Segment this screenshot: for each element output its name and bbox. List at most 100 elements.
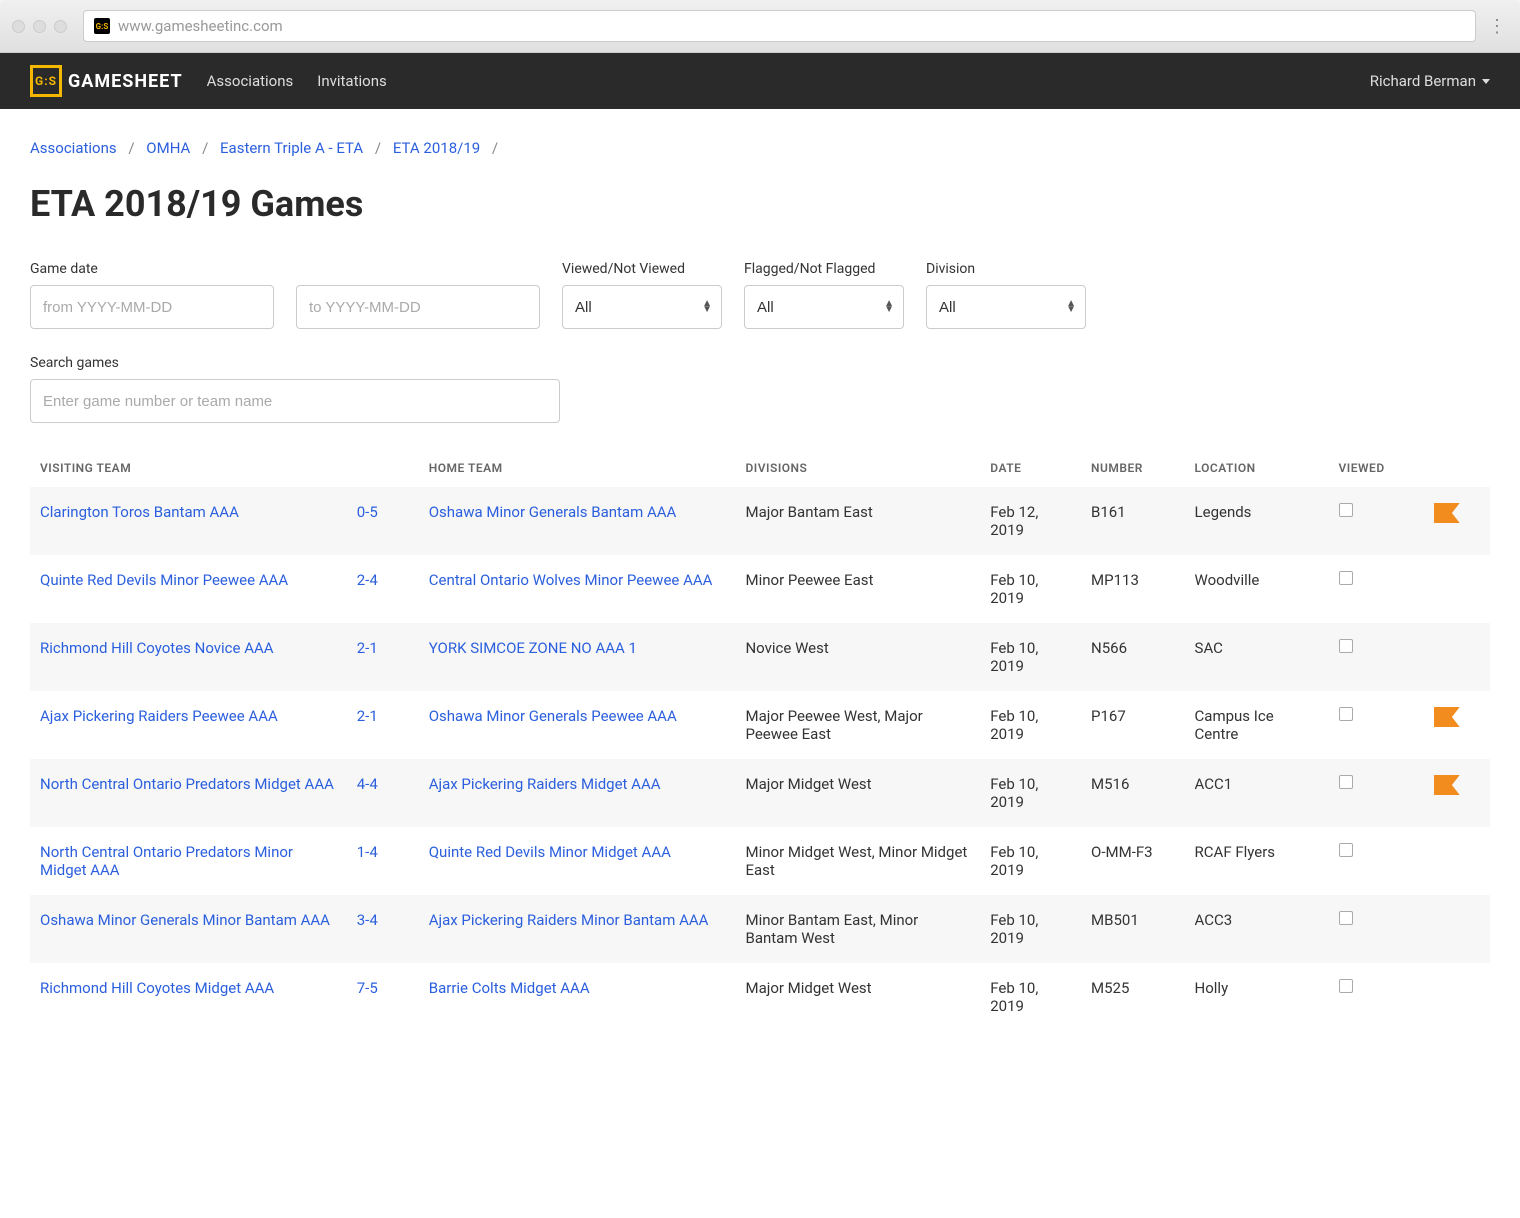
flag-icon[interactable] xyxy=(1434,707,1460,727)
filters-row-2: Search games xyxy=(30,355,1490,423)
th-divisions[interactable]: Divisions xyxy=(735,449,980,487)
game-score[interactable]: 3-4 xyxy=(347,895,419,963)
spacer-label xyxy=(296,261,540,277)
location-cell: Holly xyxy=(1185,963,1329,1031)
home-team-link[interactable]: Ajax Pickering Raiders Midget AAA xyxy=(429,775,661,793)
th-visiting[interactable]: Visiting Team xyxy=(30,449,347,487)
divisions-cell: Major Midget West xyxy=(735,759,980,827)
game-score[interactable]: 2-4 xyxy=(347,555,419,623)
visiting-team-link[interactable]: North Central Ontario Predators Midget A… xyxy=(40,775,334,793)
location-cell: Woodville xyxy=(1185,555,1329,623)
breadcrumb-season[interactable]: ETA 2018/19 xyxy=(393,139,480,157)
search-label: Search games xyxy=(30,355,560,371)
th-number[interactable]: Number xyxy=(1081,449,1185,487)
home-team-link[interactable]: YORK SIMCOE ZONE NO AAA 1 xyxy=(429,639,637,657)
location-cell: ACC3 xyxy=(1185,895,1329,963)
filter-game-date: Game date xyxy=(30,261,274,329)
divisions-cell: Major Bantam East xyxy=(735,487,980,555)
viewed-label: Viewed/Not Viewed xyxy=(562,261,722,277)
viewed-checkbox[interactable] xyxy=(1339,911,1353,925)
games-table: Visiting Team Home Team Divisions Date N… xyxy=(30,449,1490,1031)
viewed-checkbox[interactable] xyxy=(1339,639,1353,653)
maximize-window-icon[interactable] xyxy=(54,20,67,33)
visiting-team-link[interactable]: Ajax Pickering Raiders Peewee AAA xyxy=(40,707,278,725)
home-team-link[interactable]: Barrie Colts Midget AAA xyxy=(429,979,590,997)
viewed-select[interactable]: All xyxy=(562,285,722,329)
visiting-team-link[interactable]: Richmond Hill Coyotes Midget AAA xyxy=(40,979,274,997)
viewed-checkbox[interactable] xyxy=(1339,707,1353,721)
location-cell: Legends xyxy=(1185,487,1329,555)
date-cell: Feb 10, 2019 xyxy=(980,623,1081,691)
nav-associations[interactable]: Associations xyxy=(207,72,294,90)
location-cell: ACC1 xyxy=(1185,759,1329,827)
breadcrumb-sep: / xyxy=(492,139,498,157)
date-cell: Feb 10, 2019 xyxy=(980,895,1081,963)
breadcrumb-omha[interactable]: OMHA xyxy=(146,139,190,157)
division-label: Division xyxy=(926,261,1086,277)
th-date[interactable]: Date xyxy=(980,449,1081,487)
th-viewed[interactable]: Viewed xyxy=(1329,449,1424,487)
location-cell: Campus Ice Centre xyxy=(1185,691,1329,759)
home-team-link[interactable]: Oshawa Minor Generals Peewee AAA xyxy=(429,707,677,725)
filter-search: Search games xyxy=(30,355,560,423)
game-score[interactable]: 1-4 xyxy=(347,827,419,895)
game-score[interactable]: 4-4 xyxy=(347,759,419,827)
url-bar[interactable]: G:S www.gamesheetinc.com xyxy=(83,10,1476,42)
game-score[interactable]: 2-1 xyxy=(347,623,419,691)
date-cell: Feb 10, 2019 xyxy=(980,691,1081,759)
games-table-wrap: Visiting Team Home Team Divisions Date N… xyxy=(30,449,1490,1031)
visiting-team-link[interactable]: Oshawa Minor Generals Minor Bantam AAA xyxy=(40,911,330,929)
home-team-link[interactable]: Ajax Pickering Raiders Minor Bantam AAA xyxy=(429,911,709,929)
page-title: ETA 2018/19 Games xyxy=(30,183,1490,225)
game-score[interactable]: 0-5 xyxy=(347,487,419,555)
home-team-link[interactable]: Central Ontario Wolves Minor Peewee AAA xyxy=(429,571,713,589)
visiting-team-link[interactable]: Quinte Red Devils Minor Peewee AAA xyxy=(40,571,288,589)
date-cell: Feb 12, 2019 xyxy=(980,487,1081,555)
logo[interactable]: G:S GAMESHEET xyxy=(30,65,183,97)
flag-icon[interactable] xyxy=(1434,775,1460,795)
game-score[interactable]: 7-5 xyxy=(347,963,419,1031)
flagged-select[interactable]: All xyxy=(744,285,904,329)
flagged-label: Flagged/Not Flagged xyxy=(744,261,904,277)
flag-icon[interactable] xyxy=(1434,503,1460,523)
table-row: Richmond Hill Coyotes Novice AAA 2-1 YOR… xyxy=(30,623,1490,691)
divisions-cell: Minor Peewee East xyxy=(735,555,980,623)
user-name: Richard Berman xyxy=(1370,72,1476,90)
th-home[interactable]: Home Team xyxy=(419,449,736,487)
date-to-input[interactable] xyxy=(296,285,540,329)
viewed-checkbox[interactable] xyxy=(1339,571,1353,585)
viewed-checkbox[interactable] xyxy=(1339,843,1353,857)
favicon-icon: G:S xyxy=(94,18,110,34)
date-cell: Feb 10, 2019 xyxy=(980,555,1081,623)
url-text: www.gamesheetinc.com xyxy=(118,17,283,35)
close-window-icon[interactable] xyxy=(12,20,25,33)
table-row: North Central Ontario Predators Midget A… xyxy=(30,759,1490,827)
table-row: Ajax Pickering Raiders Peewee AAA 2-1 Os… xyxy=(30,691,1490,759)
game-score[interactable]: 2-1 xyxy=(347,691,419,759)
division-select[interactable]: All xyxy=(926,285,1086,329)
visiting-team-link[interactable]: Clarington Toros Bantam AAA xyxy=(40,503,239,521)
divisions-cell: Major Peewee West, Major Peewee East xyxy=(735,691,980,759)
logo-badge-icon: G:S xyxy=(30,65,62,97)
breadcrumb-associations[interactable]: Associations xyxy=(30,139,117,157)
viewed-checkbox[interactable] xyxy=(1339,775,1353,789)
browser-menu-icon[interactable]: ⋮ xyxy=(1484,16,1508,37)
minimize-window-icon[interactable] xyxy=(33,20,46,33)
visiting-team-link[interactable]: Richmond Hill Coyotes Novice AAA xyxy=(40,639,274,657)
number-cell: MP113 xyxy=(1081,555,1185,623)
home-team-link[interactable]: Quinte Red Devils Minor Midget AAA xyxy=(429,843,671,861)
number-cell: N566 xyxy=(1081,623,1185,691)
nav-invitations[interactable]: Invitations xyxy=(317,72,386,90)
viewed-checkbox[interactable] xyxy=(1339,979,1353,993)
breadcrumb-eta[interactable]: Eastern Triple A - ETA xyxy=(220,139,363,157)
th-flag xyxy=(1424,449,1490,487)
visiting-team-link[interactable]: North Central Ontario Predators Minor Mi… xyxy=(40,843,293,879)
table-row: Richmond Hill Coyotes Midget AAA 7-5 Bar… xyxy=(30,963,1490,1031)
home-team-link[interactable]: Oshawa Minor Generals Bantam AAA xyxy=(429,503,677,521)
th-location[interactable]: Location xyxy=(1185,449,1329,487)
date-from-input[interactable] xyxy=(30,285,274,329)
user-menu[interactable]: Richard Berman xyxy=(1370,72,1490,90)
brand-name: GAMESHEET xyxy=(68,71,183,92)
viewed-checkbox[interactable] xyxy=(1339,503,1353,517)
search-input[interactable] xyxy=(30,379,560,423)
